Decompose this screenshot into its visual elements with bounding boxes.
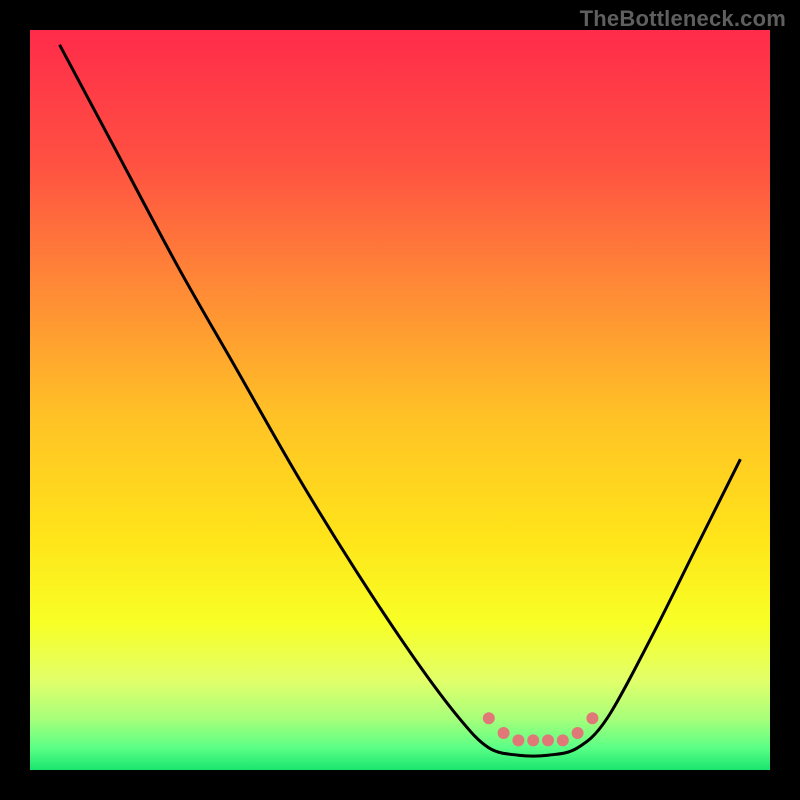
- curve-marker: [542, 734, 554, 746]
- curve-marker: [483, 712, 495, 724]
- curve-marker: [572, 727, 584, 739]
- curve-marker: [498, 727, 510, 739]
- curve-marker: [527, 734, 539, 746]
- bottleneck-curve-chart: [0, 0, 800, 800]
- plot-background: [30, 30, 770, 770]
- curve-marker: [512, 734, 524, 746]
- chart-frame: TheBottleneck.com: [0, 0, 800, 800]
- curve-marker: [586, 712, 598, 724]
- watermark-text: TheBottleneck.com: [580, 6, 786, 32]
- curve-marker: [557, 734, 569, 746]
